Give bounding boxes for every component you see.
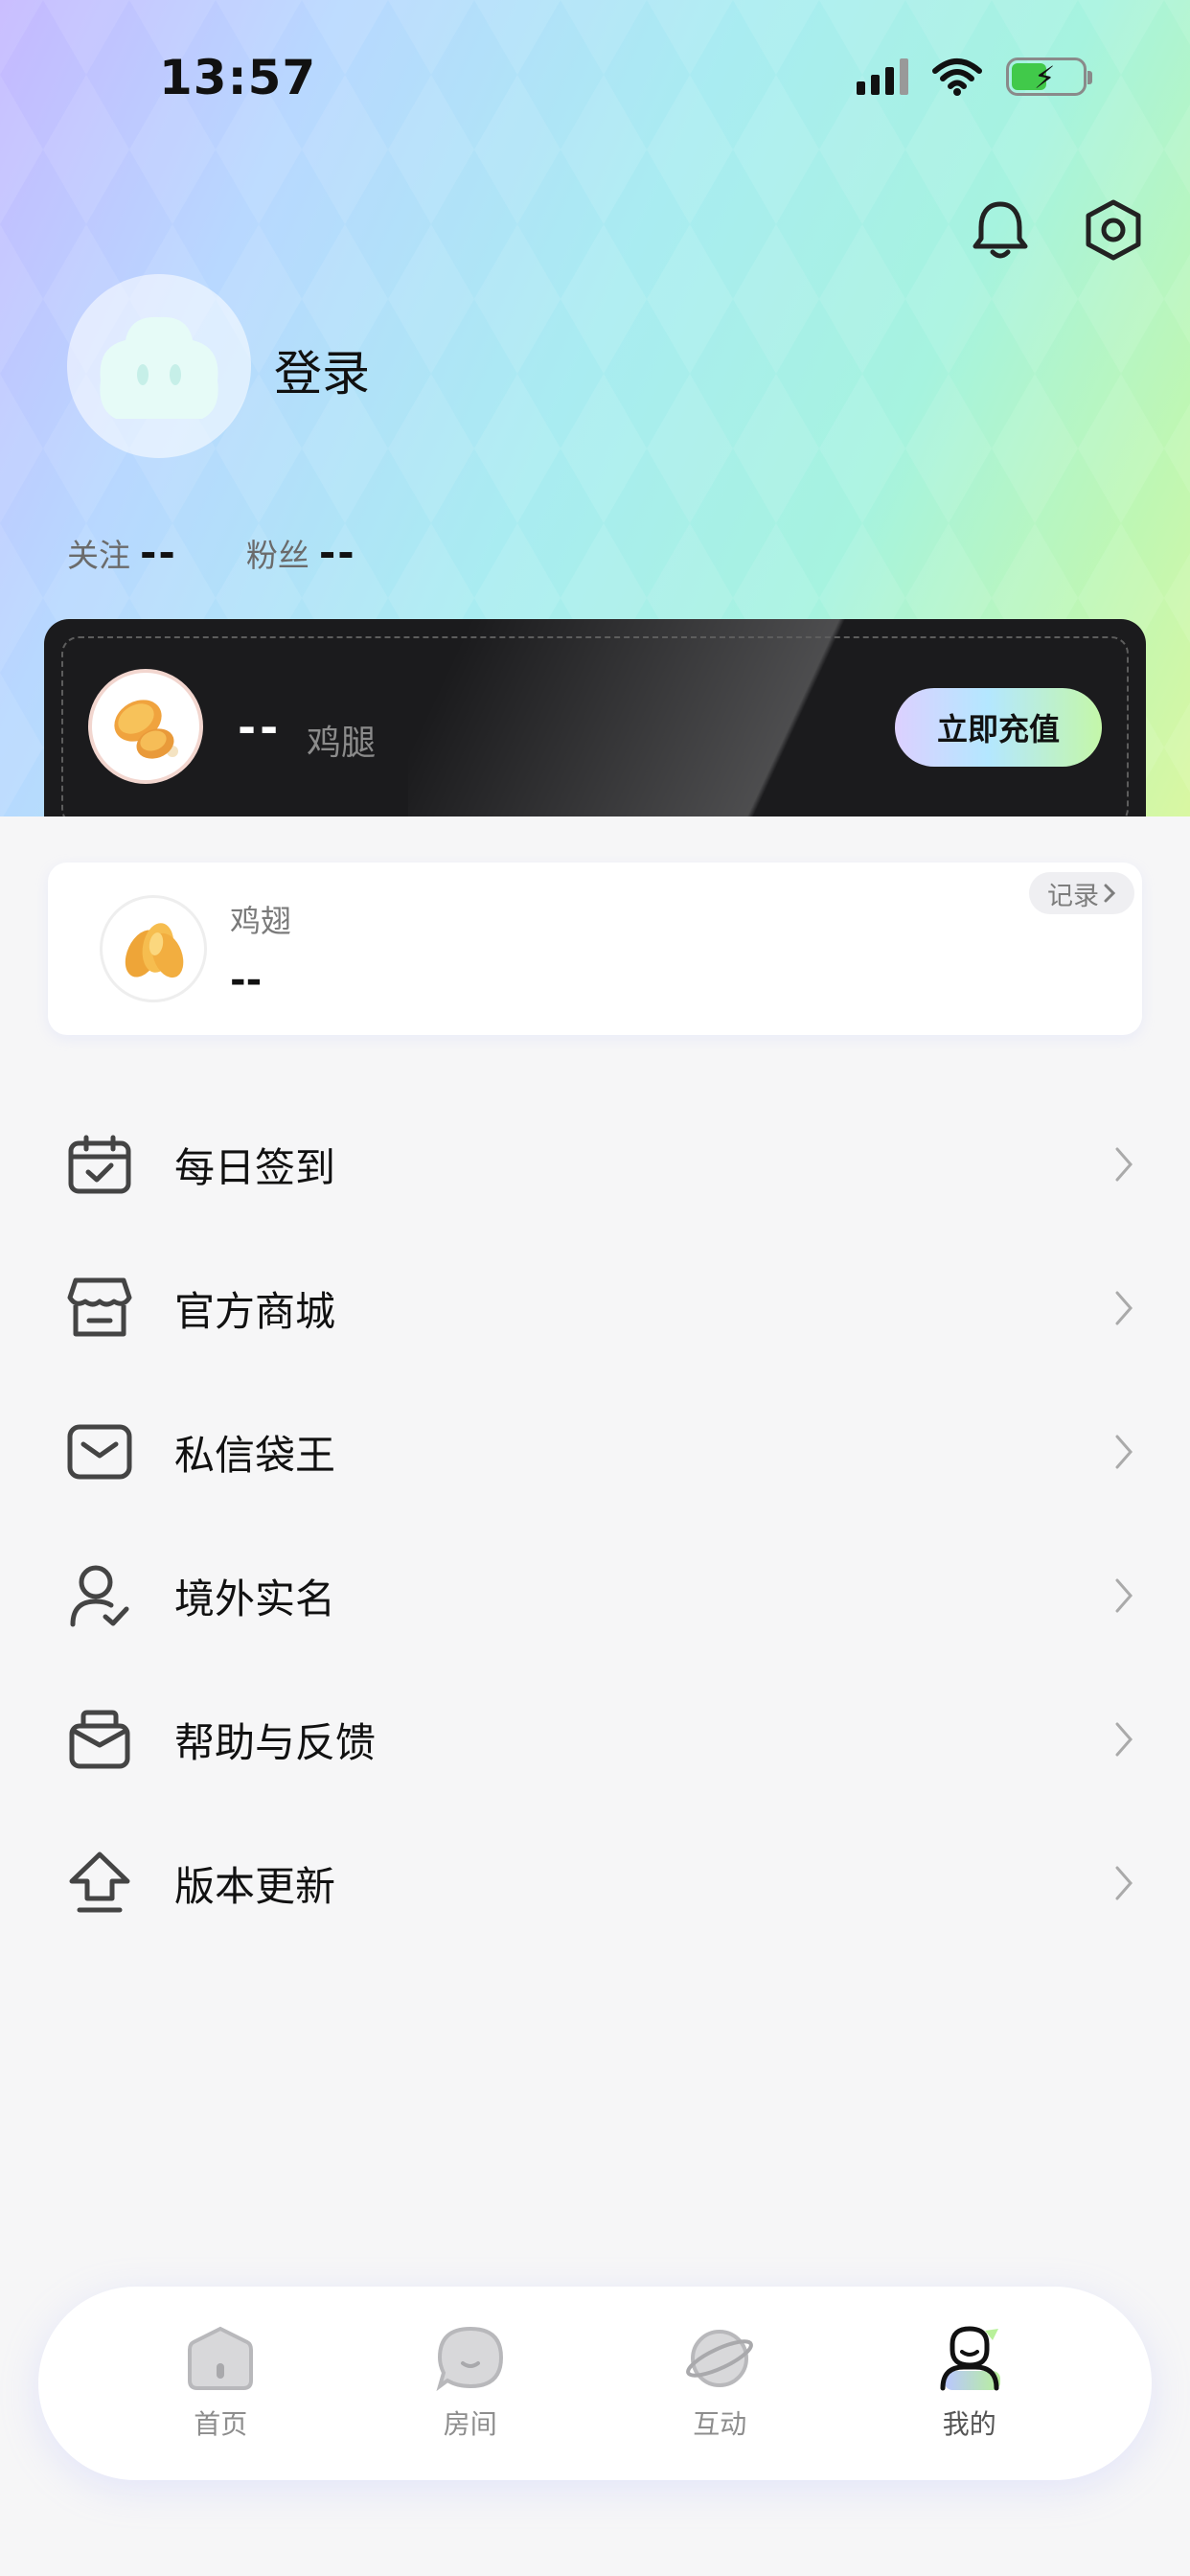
calendar-check-icon [65,1130,134,1199]
follow-value: -- [140,529,177,576]
follow-stats: 关注 -- 粉丝 -- [67,529,356,576]
user-verify-icon [65,1561,134,1630]
menu-label: 每日签到 [174,1143,336,1191]
menu-item-version-update[interactable]: 版本更新 [0,1811,1190,1955]
chevron-right-icon [1115,1435,1133,1469]
chevron-right-icon [1104,884,1116,903]
status-icons: ⚡ [857,58,1092,96]
planet-icon [686,2330,754,2387]
wings-value: -- [230,958,263,1002]
follow-count[interactable]: 关注 -- [67,529,177,576]
menu-item-official-store[interactable]: 官方商城 [0,1236,1190,1380]
settings-gear-icon[interactable] [1083,196,1144,264]
login-link[interactable]: 登录 [274,335,370,404]
store-icon [65,1274,134,1343]
chicken-leg-balance: -- [238,702,283,753]
tab-label: 互动 [693,2408,747,2440]
fans-label: 粉丝 [245,537,309,574]
chevron-right-icon [1115,1866,1133,1900]
fans-value: -- [318,529,356,576]
menu-label: 私信袋王 [174,1431,336,1479]
notification-bell-icon[interactable] [970,196,1031,264]
record-button[interactable]: 记录 [1029,872,1134,914]
tab-label: 我的 [942,2408,996,2440]
fans-count[interactable]: 粉丝 -- [246,529,356,576]
menu-item-overseas-verification[interactable]: 境外实名 [0,1524,1190,1668]
menu-label: 境外实名 [174,1575,336,1622]
bottom-tab-bar: 首页 房间 互动 我的 [38,2287,1152,2480]
battery-icon: ⚡ [1006,58,1092,96]
default-avatar-icon [100,316,218,419]
tab-label: 房间 [443,2408,497,2440]
follow-label: 关注 [67,537,130,574]
menu-label: 版本更新 [174,1862,336,1910]
balance-card: -- 鸡腿 立即充值 [44,619,1146,816]
chicken-leg-icon [88,669,203,784]
chevron-right-icon [1115,1578,1133,1613]
profile-header: 13:57 ⚡ 登录 关注 -- 粉丝 -- -- 鸡腿 立即充值 [0,0,1190,816]
tab-room[interactable]: 房间 [375,2325,566,2442]
mail-icon [65,1417,134,1486]
menu-list: 每日签到 官方商城 私信袋王 境外实名 帮助与反馈 版本更新 [0,1092,1190,1955]
upgrade-icon [65,1849,134,1918]
header-actions [970,196,1144,264]
chevron-right-icon [1115,1722,1133,1757]
feedback-icon [65,1705,134,1774]
chevron-right-icon [1115,1291,1133,1325]
wings-label: 鸡翅 [230,903,292,939]
tab-interaction[interactable]: 互动 [624,2325,815,2442]
menu-item-messages[interactable]: 私信袋王 [0,1380,1190,1524]
tab-profile[interactable]: 我的 [874,2325,1065,2442]
cellular-signal-icon [857,58,908,95]
menu-label: 官方商城 [174,1287,336,1335]
profile-icon [940,2326,1000,2391]
menu-label: 帮助与反馈 [174,1718,377,1766]
tab-label: 首页 [194,2408,248,2440]
menu-item-daily-checkin[interactable]: 每日签到 [0,1092,1190,1236]
room-icon [436,2326,503,2392]
home-icon [188,2326,254,2390]
wings-card: 鸡翅 -- 记录 [48,862,1142,1035]
chevron-right-icon [1115,1147,1133,1182]
avatar[interactable] [67,274,251,458]
chicken-leg-label: 鸡腿 [307,724,377,763]
recharge-button[interactable]: 立即充值 [895,688,1102,767]
menu-item-help-feedback[interactable]: 帮助与反馈 [0,1668,1190,1811]
chicken-wings-icon [100,895,207,1002]
status-time: 13:57 [159,50,317,105]
tab-home[interactable]: 首页 [125,2325,316,2442]
record-label: 记录 [1047,881,1099,911]
wifi-icon [932,58,982,96]
